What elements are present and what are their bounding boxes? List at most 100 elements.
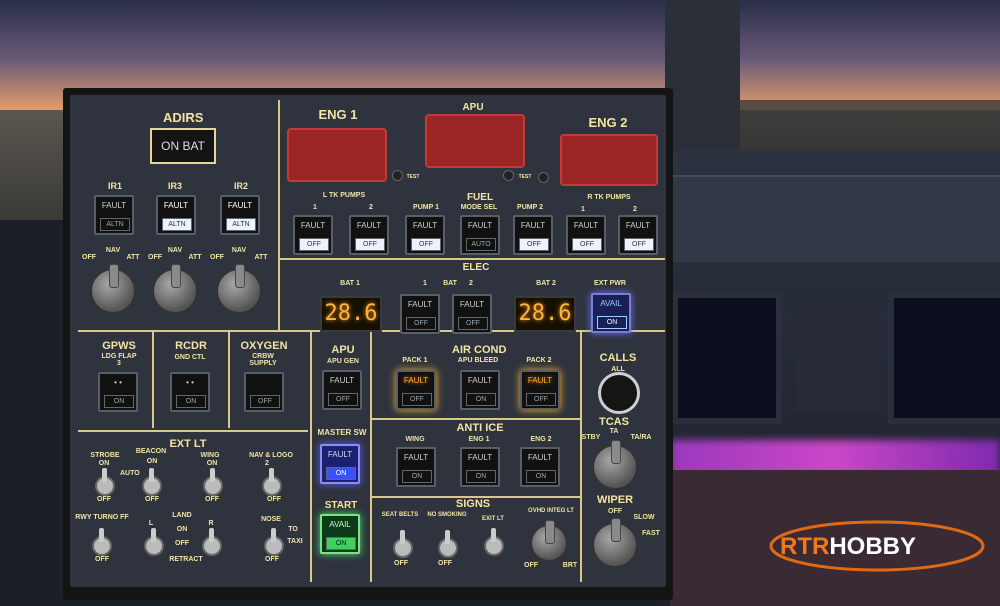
l-tk-pump2-button[interactable]: FAULT OFF	[349, 215, 389, 255]
no-smoking-toggle[interactable]	[438, 530, 458, 558]
ir3-altn: ALTN	[162, 218, 192, 231]
mode-sel-button[interactable]: FAULT AUTO	[460, 215, 500, 255]
exit-lt-toggle[interactable]	[484, 528, 504, 556]
ext-pwr-button[interactable]: AVAIL ON	[591, 293, 631, 333]
eng2-fire-guard[interactable]	[560, 134, 658, 186]
divider-aircond	[370, 332, 372, 582]
ext-lt-title: EXT LT	[169, 438, 207, 450]
oxygen-sub: CRBW SUPPLY	[249, 353, 277, 367]
fault-text: FAULT	[527, 453, 553, 462]
signs-title: SIGNS	[455, 498, 491, 510]
land-l-toggle[interactable]	[144, 528, 164, 556]
wing-anti-ice-button[interactable]: FAULT ON	[396, 447, 436, 487]
tcas-ta-label: TA	[609, 428, 619, 435]
on-text: ON	[326, 467, 356, 480]
land-off: OFF	[175, 540, 189, 547]
fault-text: FAULT	[625, 221, 651, 230]
r-tk-pumps-label: R TK PUMPS	[587, 194, 631, 201]
land-l-label: L	[148, 520, 154, 527]
fault-text: FAULT	[300, 221, 326, 230]
pack1-label: PACK 1	[402, 357, 428, 364]
bat1-label: BAT 1	[340, 280, 360, 287]
apu-test-label: TEST	[518, 174, 532, 180]
beacon-on: ON	[146, 458, 158, 465]
no-smoking-label: NO SMOKING	[427, 512, 467, 518]
wiper-off-label: OFF	[608, 508, 622, 515]
fault-text: FAULT	[467, 221, 493, 230]
apu-test-button[interactable]	[503, 170, 514, 181]
eng1-test-button[interactable]	[392, 170, 403, 181]
apu-start-button[interactable]: AVAIL ON	[320, 514, 360, 554]
nose-toggle[interactable]	[264, 528, 284, 556]
bat1-button[interactable]: FAULT OFF	[400, 294, 440, 334]
bat-2-num: 2	[469, 280, 473, 287]
on-text: ON	[466, 393, 496, 406]
apu-master-button[interactable]: FAULT ON	[320, 444, 360, 484]
on-text: ON	[466, 470, 496, 483]
r-tk-pump1-button[interactable]: FAULT OFF	[566, 215, 606, 255]
apu-gen-button[interactable]: FAULT OFF	[322, 370, 362, 410]
ir2-button[interactable]: FAULT ALTN	[220, 195, 260, 235]
rcdr-button[interactable]: • • ON	[170, 372, 210, 412]
wing-lt-toggle[interactable]	[203, 468, 223, 496]
nav-off: OFF	[267, 496, 281, 503]
fault-text: FAULT	[327, 450, 353, 459]
l-tk-2-label: 2	[369, 204, 373, 211]
ir3-button[interactable]: FAULT ALTN	[156, 195, 196, 235]
tcas-mode-knob[interactable]	[592, 440, 638, 490]
rwy-turnoff-toggle[interactable]	[92, 528, 112, 556]
eng1-anti-ice-button[interactable]: FAULT ON	[460, 447, 500, 487]
ir1-mode-knob[interactable]	[90, 264, 136, 314]
apu-fire-guard[interactable]	[425, 114, 525, 168]
wing-on: ON	[206, 460, 218, 467]
off-text: OFF	[526, 393, 556, 406]
on-text: ON	[597, 316, 627, 329]
land-r-toggle[interactable]	[202, 528, 222, 556]
ir1-att-label: ATT	[126, 254, 140, 261]
eng2-anti-ice-button[interactable]: FAULT ON	[520, 447, 560, 487]
ir3-label: IR3	[167, 181, 182, 191]
pack1-button[interactable]: FAULT OFF	[396, 370, 436, 410]
ir2-mode-knob[interactable]	[216, 264, 262, 314]
ir1-fault: FAULT	[101, 201, 127, 210]
bat2-button[interactable]: FAULT OFF	[452, 294, 492, 334]
ir1-button[interactable]: FAULT ALTN	[94, 195, 134, 235]
divider-rcdr	[228, 332, 230, 428]
oxygen-button[interactable]: OFF	[244, 372, 284, 412]
wing-lt-label: WING	[200, 452, 220, 459]
beacon-off: OFF	[145, 496, 159, 503]
gpws-button[interactable]: • • ON	[98, 372, 138, 412]
apu-bleed-button[interactable]: FAULT ON	[460, 370, 500, 410]
avail-text: AVAIL	[329, 520, 351, 529]
logo-text-left: RTR	[780, 533, 829, 560]
rcdr-dots: • •	[186, 378, 194, 387]
glareshield-control-panel	[668, 175, 1000, 262]
calls-all-button[interactable]	[598, 372, 640, 414]
nav-logo-toggle[interactable]	[262, 468, 282, 496]
ir3-fault: FAULT	[163, 201, 189, 210]
ctr-pump1-button[interactable]: FAULT OFF	[405, 215, 445, 255]
ir2-nav-label: NAV	[231, 247, 247, 254]
ovhd-integ-lt-label: OVHD INTEG LT	[528, 508, 574, 514]
tcas-title: TCAS	[599, 416, 629, 428]
r-tk-pump2-button[interactable]: FAULT OFF	[618, 215, 658, 255]
seat-belts-toggle[interactable]	[393, 530, 413, 558]
l-tk-pump1-button[interactable]: FAULT OFF	[293, 215, 333, 255]
strobe-toggle[interactable]	[95, 468, 115, 496]
center-instrument-panel	[795, 292, 880, 412]
off-text: OFF	[328, 393, 358, 406]
land-on: ON	[176, 526, 188, 533]
eng1-fire-guard[interactable]	[287, 128, 387, 182]
ir3-mode-knob[interactable]	[152, 264, 198, 314]
nav-logo-label: NAV & LOGO	[249, 452, 293, 459]
oxygen-off: OFF	[250, 395, 280, 408]
exit-lt-label: EXIT LT	[482, 516, 504, 522]
ctr-pump2-button[interactable]: FAULT OFF	[513, 215, 553, 255]
tcas-tara-label: TA/RA	[630, 434, 652, 441]
pack2-button[interactable]: FAULT OFF	[520, 370, 560, 410]
beacon-toggle[interactable]	[142, 468, 162, 496]
eng2-test-button[interactable]	[538, 172, 549, 183]
wiper-knob[interactable]	[592, 518, 638, 568]
fuel-title: FUEL	[466, 192, 494, 203]
ovhd-integ-lt-knob[interactable]	[530, 520, 568, 562]
